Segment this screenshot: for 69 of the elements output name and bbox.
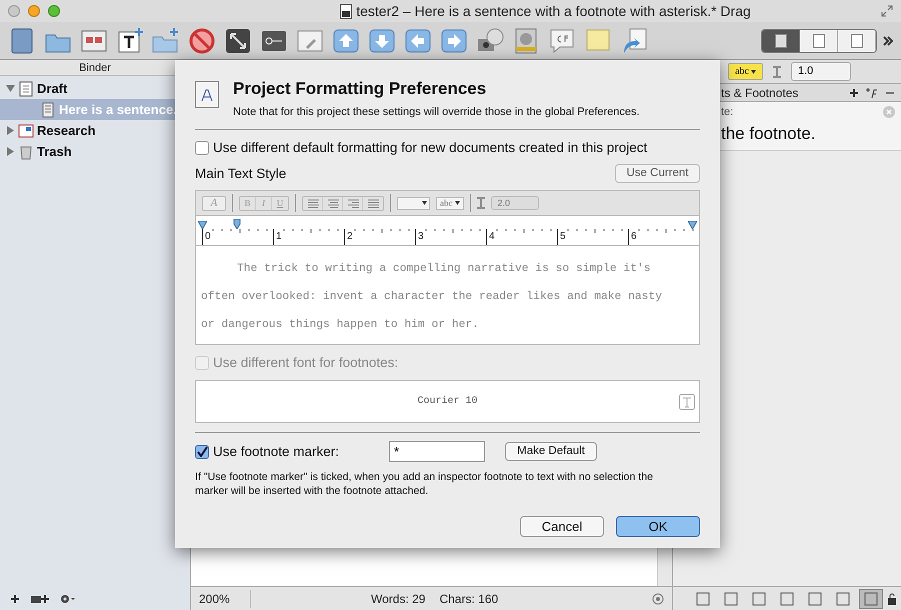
research-folder-icon [18,122,34,138]
line-spacing-icon [476,197,484,209]
tab-stop-icon[interactable] [233,219,242,229]
help-text: If "Use footnote marker" is ticked, when you add an inspector footnote to text with no selection the marker will be inserted with the footnote attached. [195,470,654,498]
disclosure-triangle-icon[interactable] [6,126,15,135]
ruler-number: 0 [204,230,211,244]
target-icon[interactable] [652,592,664,604]
indent-marker-icon[interactable] [198,221,207,229]
caret-icon [751,70,756,74]
inspector-title: ts & Footnotes [721,84,798,102]
ok-button[interactable]: OK [616,516,700,538]
ruler-number: 6 [630,230,637,244]
document-icon [40,102,56,118]
zoom-menu[interactable]: 200% [191,590,251,608]
ruler-number: 2 [346,230,353,244]
char-count: Chars: 160 [439,590,498,608]
sheet-note: Note that for this project these settings will override those in the global Preferences. [233,105,640,120]
trash-icon [18,144,34,160]
ruler-number: 4 [488,230,495,244]
expand-icon[interactable] [224,26,252,54]
marker-input-field[interactable]: * [389,441,485,462]
caret-icon [422,201,427,205]
lock-icon[interactable] [887,592,897,604]
use-current-button[interactable]: Use Current [615,164,700,184]
font-name: Courier 10 [417,394,478,410]
sheet-title: Project Formatting Preferences [233,78,488,100]
fullscreen-icon[interactable] [881,5,893,17]
ruler-number: 5 [559,230,566,244]
add-text-icon[interactable] [116,26,144,54]
gear-icon[interactable] [60,594,76,604]
disclosure-triangle-icon[interactable] [6,147,15,156]
format-icon [195,81,219,108]
style-menu[interactable]: abc [436,196,464,210]
overflow-chevron-icon[interactable] [883,36,893,46]
add-folder-icon[interactable] [30,594,50,604]
line-spacing-icon [773,66,781,78]
caret-icon [454,201,460,206]
zoom-button[interactable] [48,5,60,17]
add-icon[interactable] [849,88,859,98]
ruler-number: 3 [417,230,424,244]
ruler-number: 1 [275,230,282,244]
draft-folder-icon [18,80,34,96]
checkbox[interactable] [195,444,209,459]
disclosure-triangle-icon[interactable] [6,84,15,93]
checkbox-label[interactable]: Use different default formatting for new documents created in this project [213,138,648,158]
corkboard-icon[interactable] [800,30,838,52]
text-page-icon[interactable] [762,30,800,52]
font-picker-icon[interactable] [679,394,695,410]
checkbox[interactable] [195,140,209,155]
document-icon [340,4,352,18]
minimize-button[interactable] [28,5,40,17]
add-footnote-icon[interactable] [865,86,879,98]
section-label: Main Text Style [195,164,286,183]
cf-icon[interactable] [548,26,576,54]
word-count: Words: 29 [371,590,426,608]
font-size-menu[interactable] [397,196,430,210]
indent-marker-icon[interactable] [688,221,697,229]
make-default-button[interactable]: Make Default [505,442,597,462]
cancel-button[interactable]: Cancel [520,516,604,538]
footnote-text[interactable]: the footnote. [721,120,895,146]
checkbox-label[interactable]: Use footnote marker: [213,442,389,462]
add-icon[interactable] [10,594,20,604]
highlight-menu[interactable]: abc [728,63,763,80]
window-title: tester2 – Here is a sentence with a footnote with asterisk.* Drag [356,2,751,21]
sample-text: The trick to writing a compelling narrative is so simple it's often overlooked: invent a character the reader likes and make nasty or dangerous things happen to him or her. [201,262,663,333]
footnote-label: te: [721,105,734,120]
line-spacing-field[interactable]: 1.0 [791,62,851,81]
prohibited-icon[interactable] [188,26,216,54]
outline-icon[interactable] [838,30,876,52]
